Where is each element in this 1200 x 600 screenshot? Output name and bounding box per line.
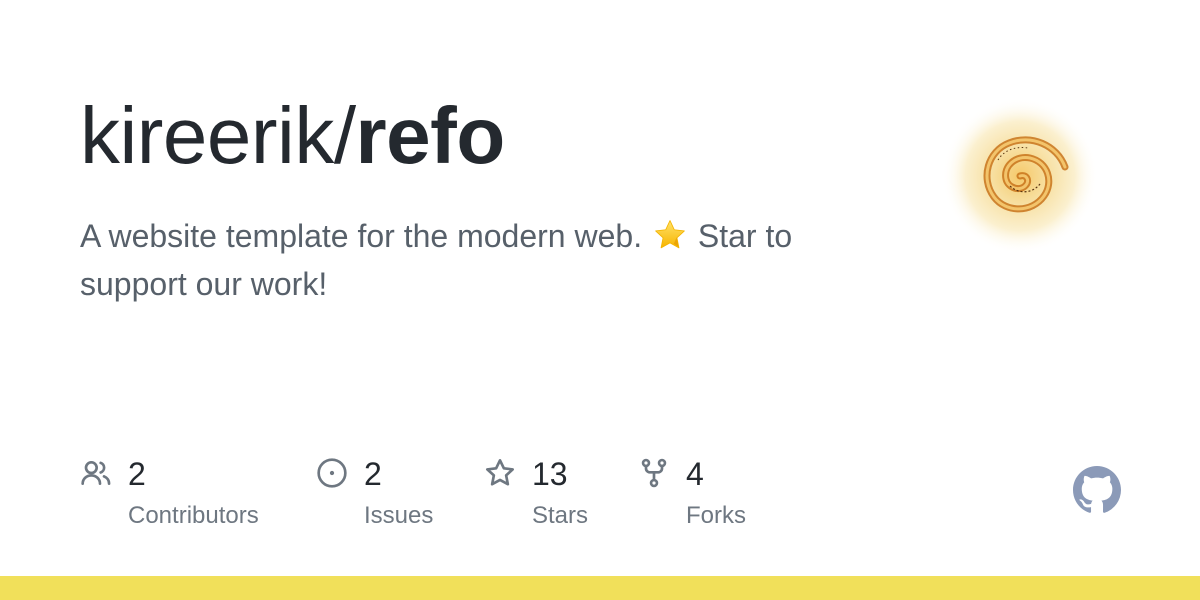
repo-description: A website template for the modern web. S… [80, 212, 860, 308]
issue-opened-icon [317, 458, 347, 488]
stat-value: 2 [128, 456, 146, 492]
repo-name: refo [355, 91, 506, 180]
stat-label: Contributors [128, 502, 259, 529]
repo-title: kireerik/refo [80, 86, 505, 186]
star-emoji-icon [655, 220, 685, 249]
stat-value: 4 [686, 456, 704, 492]
stat-label: Stars [532, 502, 589, 529]
repo-owner: kireerik/ [80, 91, 356, 180]
repo-forked-icon [641, 458, 667, 488]
people-icon [81, 461, 111, 485]
spiral-logo-avatar [942, 100, 1098, 254]
stat-value: 2 [364, 456, 382, 492]
stat-label: Issues [364, 502, 434, 529]
description-text-start: A website template for the modern web. [80, 218, 651, 254]
language-bar [0, 576, 1200, 600]
github-mark-icon[interactable] [1073, 466, 1121, 514]
language-segment [0, 576, 1200, 600]
star-icon [486, 459, 514, 486]
stat-label: Forks [686, 502, 746, 529]
stat-value: 13 [532, 456, 568, 492]
